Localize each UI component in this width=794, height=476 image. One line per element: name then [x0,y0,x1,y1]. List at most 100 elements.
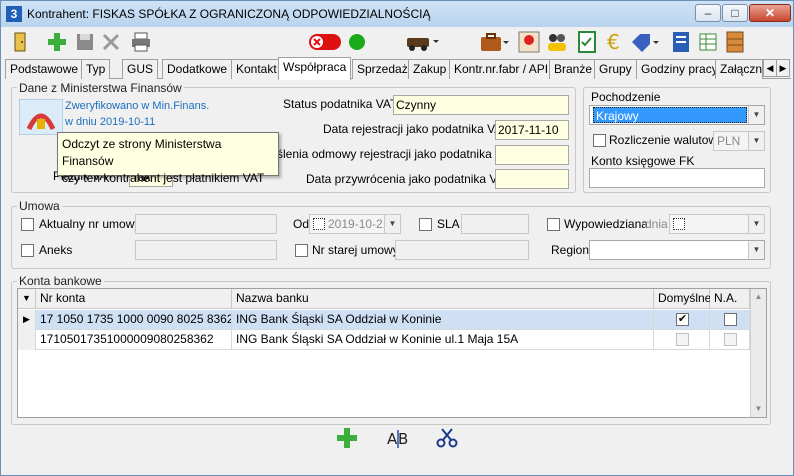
na-checkbox[interactable] [724,313,737,326]
old-contract-label: Nr starej umowy [312,243,399,257]
car-icon[interactable] [405,30,439,54]
cabinet-icon[interactable] [723,30,747,54]
account-number[interactable]: 17 1050 1735 1000 0090 8025 8362 [36,310,232,330]
verified-line-1: Zweryfikowano w Min.Finans. [65,100,210,112]
svg-text:€: € [607,30,620,54]
table-row[interactable]: 17105017351000009080258362 ING Bank Śląs… [18,330,750,350]
minimize-button[interactable]: – [695,4,721,22]
default-checkbox[interactable] [676,333,689,346]
tab-typ[interactable]: Typ [81,59,111,79]
delete-icon[interactable] [99,30,123,54]
default-checkbox[interactable]: ✔ [676,313,689,326]
grid-scrollbar[interactable]: ▲ ▼ [750,289,766,417]
tooltip-line-2: czy ten kontrahent jest płatnikiem VAT [62,171,265,185]
region-select[interactable]: ▼ [589,240,765,260]
tag-icon[interactable] [629,30,659,54]
bank-name[interactable]: ING Bank Śląski SA Oddział w Koninie [232,310,654,330]
header-na[interactable]: N.A. [710,289,750,309]
current-contract-checkbox[interactable] [21,218,34,231]
old-contract-checkbox[interactable] [295,244,308,257]
sla-checkbox[interactable] [419,218,432,231]
na-checkbox[interactable] [724,333,737,346]
scroll-up-icon[interactable]: ▲ [751,289,766,305]
default-cell [654,330,710,350]
verified-line-2: w dniu 2019-10-11 [65,116,156,128]
add-account-icon[interactable] [335,426,359,450]
status-red-icon[interactable] [307,30,343,54]
header-account[interactable]: Nr konta [36,289,232,309]
header-bank[interactable]: Nazwa banku [232,289,654,309]
bank-accounts-grid: ▼ Nr konta Nazwa banku Domyślne N.A. ▶ 1… [17,288,767,418]
tab-kontr-nr-fabr[interactable]: Kontr.nr.fabr / API [449,59,554,79]
from-date-checkbox[interactable] [313,218,325,230]
annex-checkbox[interactable] [21,244,34,257]
na-cell [710,310,750,330]
svg-text:B: B [398,430,408,448]
status-green-icon[interactable] [345,30,369,54]
tab-grupy[interactable]: Grupy [594,59,637,79]
exit-door-icon[interactable] [9,30,33,54]
table-row[interactable]: ▶ 17 1050 1735 1000 0090 8025 8362 ING B… [18,310,750,330]
tab-zakup[interactable]: Zakup [408,59,452,79]
terminated-date-picker[interactable]: ▼ [669,214,765,234]
people-icon[interactable] [545,30,569,54]
annex-field [135,240,277,260]
currency-settlement-checkbox[interactable] [593,134,606,147]
tab-scroll-right-icon[interactable]: ▶ [776,59,790,77]
refusal-date-field[interactable] [495,145,569,165]
verified-logo-icon[interactable] [19,99,63,135]
close-button[interactable]: ✕ [749,4,791,22]
registration-date-field[interactable]: 2017-11-10 [495,120,569,140]
scroll-down-icon[interactable]: ▼ [751,401,766,417]
save-icon[interactable] [73,30,97,54]
tooltip: Odczyt ze strony Ministerstwa Finansów c… [57,132,279,185]
chevron-down-icon: ▼ [748,132,764,150]
tab-wspolpraca[interactable]: Współpraca [278,57,352,80]
print-icon[interactable] [129,30,153,54]
checklist-icon[interactable] [575,30,599,54]
old-contract-field [395,240,529,260]
row-pointer-icon: ▶ [18,310,36,330]
briefcase-icon[interactable] [479,30,509,54]
header-default[interactable]: Domyślne [654,289,711,309]
chevron-down-icon: ▼ [384,215,400,233]
terminated-days-label: dnia [645,217,668,231]
account-number[interactable]: 17105017351000009080258362 [36,330,232,350]
add-icon[interactable] [45,30,69,54]
window-title: Kontrahent: FISKAS SPÓŁKA Z OGRANICZONĄ … [27,7,431,21]
tab-sprzedaz[interactable]: Sprzedaż [352,59,413,79]
bank-name[interactable]: ING Bank Śląski SA Oddział w Koninie ul.… [232,330,654,350]
title-bar[interactable]: 3 Kontrahent: FISKAS SPÓŁKA Z OGRANICZON… [1,1,793,27]
mf-legend: Dane z Ministerstwa Finansów [17,81,184,95]
chevron-down-icon[interactable]: ▼ [748,106,764,124]
document-icon[interactable] [669,30,693,54]
tab-zalaczniki[interactable]: Załączn [715,59,763,79]
origin-select[interactable]: Krajowy ▼ [589,105,765,125]
na-cell [710,330,750,350]
tab-scroll-left-icon[interactable]: ◀ [763,59,777,77]
restore-date-field[interactable] [495,169,569,189]
current-contract-label: Aktualny nr umowy [39,217,141,231]
fk-account-label: Konto księgowe FK [591,154,695,168]
euro-icon[interactable]: € [603,30,627,54]
chevron-down-icon[interactable]: ▼ [748,241,764,259]
vat-status-field[interactable]: Czynny [393,95,569,115]
grid-menu-icon[interactable]: ▼ [18,289,36,309]
tab-godziny-pracy[interactable]: Godziny pracy [636,59,723,79]
edit-text-icon[interactable]: AB [385,426,411,450]
tab-kontakt[interactable]: Kontakt [231,59,282,79]
scissors-icon[interactable] [435,426,459,450]
terminated-date-checkbox[interactable] [673,218,685,230]
restore-date-label: Data przywrócenia jako podatnika VAT [306,172,511,186]
tab-branze[interactable]: Branże [549,59,598,79]
from-date-picker[interactable]: 2019-10-21 ▼ [309,214,401,234]
refusal-date-label: ślenia odmowy rejestracji jako podatnika… [277,147,517,161]
tab-dodatkowe[interactable]: Dodatkowe [162,59,233,79]
tab-gus[interactable]: GUS [122,59,159,79]
tab-podstawowe[interactable]: Podstawowe [5,59,84,79]
maximize-button[interactable]: □ [722,4,748,22]
map-pin-icon[interactable] [517,30,541,54]
fk-account-field[interactable] [589,168,765,188]
table-icon[interactable] [697,30,721,54]
terminated-checkbox[interactable] [547,218,560,231]
